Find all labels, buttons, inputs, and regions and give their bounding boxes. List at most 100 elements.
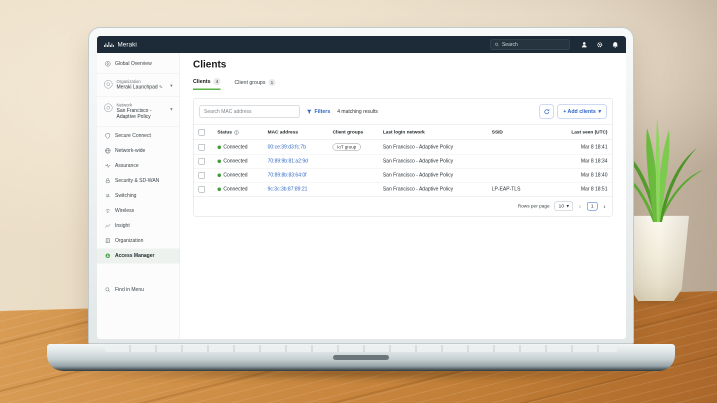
sidebar-item-insight[interactable]: Insight — [97, 218, 180, 233]
organization-avatar-icon — [104, 80, 113, 89]
cisco-logo-icon — [104, 42, 114, 47]
status-text: Connected — [223, 158, 248, 165]
tabs: Clients 4 Client groups 1 — [193, 78, 613, 90]
organization-selector[interactable]: Organization Meraki Launchpad ✎ ▾ — [97, 76, 180, 95]
chevron-down-icon: ▾ — [170, 106, 173, 112]
organization-name: Meraki Launchpad — [116, 84, 158, 91]
settings-gear-icon[interactable] — [596, 41, 604, 49]
sidebar-item-secure-connect[interactable]: Secure Connect — [97, 128, 180, 143]
sidebar-item-access-manager[interactable]: Access Manager — [97, 248, 180, 264]
refresh-button[interactable] — [539, 104, 554, 119]
divider — [97, 125, 180, 127]
row-checkbox[interactable] — [198, 158, 205, 165]
search-menu-icon — [104, 286, 111, 293]
last-seen: Mar 8 18:34 — [541, 154, 613, 169]
info-icon[interactable] — [234, 130, 239, 135]
scene: Meraki Search Global Overview Organizati… — [0, 0, 717, 403]
sidebar-item-label: Assurance — [115, 163, 139, 169]
row-checkbox[interactable] — [198, 172, 205, 179]
laptop-screen: Meraki Search Global Overview Organizati… — [88, 27, 634, 344]
mac-address-link[interactable]: 70:89:8b:83:64:0f — [268, 173, 307, 179]
laptop-base — [47, 344, 675, 371]
column-header-status: Status — [217, 129, 232, 136]
rows-per-page-select[interactable]: 10 ▾ — [554, 201, 573, 211]
sidebar-item-assurance[interactable]: Assurance — [97, 158, 180, 173]
sidebar-item-security-sdwan[interactable]: Security & SD-WAN — [97, 173, 180, 188]
sidebar-item-label: Organization — [115, 238, 144, 244]
tab-client-groups[interactable]: Client groups 1 — [235, 78, 276, 90]
chevron-down-icon: ▾ — [598, 108, 601, 115]
screen-content: Meraki Search Global Overview Organizati… — [97, 36, 626, 339]
ssid — [486, 168, 542, 183]
row-checkbox[interactable] — [198, 186, 205, 193]
status-text: Connected — [223, 186, 248, 193]
divider — [97, 96, 180, 97]
last-login-network: San Francisco - Adaptive Policy — [377, 154, 487, 169]
sidebar-item-network-wide[interactable]: Network-wide — [97, 143, 180, 158]
column-header-last-seen: Last seen (UTC) — [541, 124, 613, 140]
cisco-meraki-logo[interactable]: Meraki — [104, 41, 137, 48]
sidebar-item-find-in-menu[interactable]: Find in Menu — [97, 282, 180, 297]
mac-address-link[interactable]: 00:ce:39:d3:fc:7b — [268, 144, 306, 150]
column-header-ssid: SSID — [486, 124, 542, 140]
page-title: Clients — [193, 59, 227, 70]
tab-clients[interactable]: Clients 4 — [193, 78, 221, 90]
column-header-mac: MAC address — [262, 124, 328, 140]
edit-pencil-icon[interactable]: ✎ — [159, 85, 163, 90]
sidebar-item-label: Global Overview — [115, 60, 152, 67]
network-selector-label: Network — [116, 102, 133, 108]
status-connected-dot — [217, 159, 221, 163]
access-manager-icon — [104, 252, 111, 259]
clients-card: Filters 4 matching results — [193, 98, 613, 217]
previous-page-button[interactable]: ‹ — [578, 203, 582, 210]
matching-results-text: 4 matching results — [337, 108, 378, 115]
sidebar-item-switching[interactable]: Switching — [97, 188, 180, 203]
global-search-input[interactable] — [501, 41, 566, 48]
status-text: Connected — [223, 172, 248, 179]
table-row: Connected 70:89:9b:81:a2:9d San Francisc… — [193, 154, 613, 169]
account-icon[interactable] — [581, 41, 589, 49]
status-connected-dot — [217, 145, 221, 149]
top-navbar: Meraki — [97, 36, 626, 53]
mac-address-link[interactable]: 9c:3c:3b:87:89:21 — [268, 187, 308, 193]
status-text: Connected — [223, 144, 248, 150]
filters-label: Filters — [314, 108, 331, 115]
last-login-network: San Francisco - Adaptive Policy — [377, 168, 487, 183]
sidebar-item-label: Insight — [115, 223, 130, 229]
row-checkbox[interactable] — [198, 143, 205, 151]
sidebar-item-label: Wireless — [115, 208, 135, 214]
notifications-bell-icon[interactable] — [612, 41, 620, 49]
ssid — [486, 154, 542, 169]
global-search[interactable] — [490, 39, 570, 50]
main-content: Clients Clients 4 Client groups 1 Search… — [180, 53, 626, 339]
network-avatar-icon — [104, 103, 113, 112]
add-clients-button[interactable]: + Add clients ▾ — [557, 104, 607, 119]
table-row: Connected 70:89:8b:83:64:0f San Francisc… — [193, 168, 613, 183]
sidebar-item-label: Access Manager — [115, 253, 155, 259]
lock-icon — [104, 177, 111, 184]
last-login-network: San Francisco - Adaptive Policy — [377, 182, 487, 197]
pulse-icon — [104, 162, 111, 169]
current-page-button[interactable]: 1 — [586, 202, 598, 211]
filters-button[interactable]: Filters — [307, 108, 331, 115]
table-toolbar: Filters 4 matching results — [194, 99, 613, 125]
divider — [97, 73, 180, 74]
chart-line-icon — [104, 222, 111, 229]
sidebar-item-global-overview[interactable]: Global Overview — [97, 56, 180, 71]
tab-label: Client groups — [234, 79, 266, 86]
sidebar-item-wireless[interactable]: Wireless — [97, 203, 180, 218]
table-row: Connected 9c:3c:3b:87:89:21 San Francisc… — [193, 182, 613, 197]
client-group-chip[interactable]: IoT group — [332, 143, 361, 151]
refresh-icon — [544, 108, 550, 114]
mac-search-input[interactable] — [199, 105, 300, 118]
table-row: Connected 00:ce:39:d3:fc:7b IoT group Sa… — [193, 139, 613, 155]
mac-address-link[interactable]: 70:89:9b:81:a2:9d — [268, 159, 308, 165]
add-clients-label: + Add clients — [563, 108, 596, 115]
status-connected-dot — [217, 173, 221, 177]
filter-funnel-icon — [307, 109, 312, 114]
sidebar-nav: Global Overview Organization Meraki Laun… — [97, 53, 180, 339]
next-page-button[interactable]: › — [603, 203, 607, 210]
network-selector[interactable]: Network San Francisco - Adaptive Policy … — [97, 99, 180, 124]
sidebar-item-organization[interactable]: Organization — [97, 233, 180, 248]
select-all-checkbox[interactable] — [198, 129, 205, 136]
